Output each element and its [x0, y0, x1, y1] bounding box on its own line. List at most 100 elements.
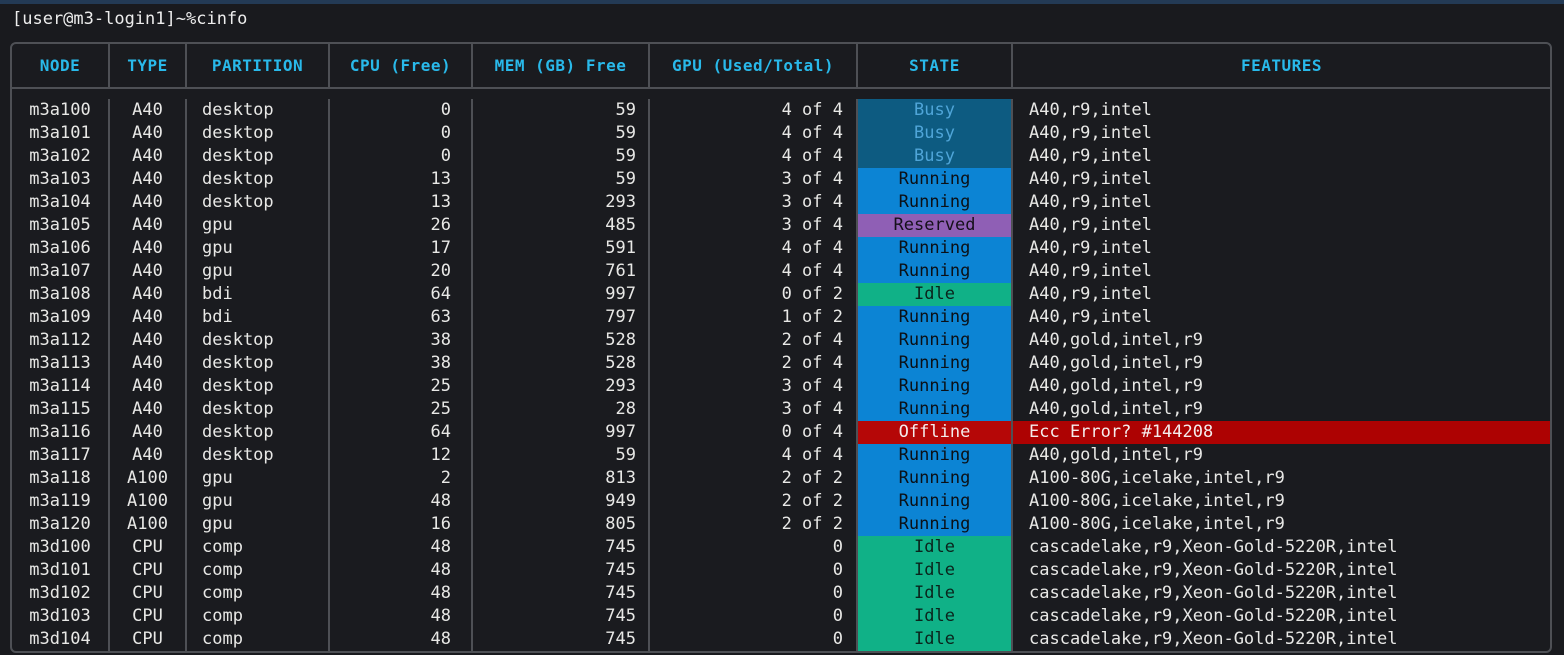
cell-node: m3a116 — [12, 421, 110, 444]
cell-cpu-free: 13 — [330, 191, 473, 214]
cell-mem-free: 28 — [473, 398, 650, 421]
cell-partition: comp — [187, 628, 330, 651]
cell-node: m3a107 — [12, 260, 110, 283]
cell-cpu-free: 48 — [330, 605, 473, 628]
cell-node: m3a103 — [12, 168, 110, 191]
cell-mem-free: 745 — [473, 536, 650, 559]
cell-mem-free: 59 — [473, 145, 650, 168]
cell-partition: gpu — [187, 214, 330, 237]
column-header: GPU (Used/Total) — [650, 44, 858, 87]
cell-node: m3a108 — [12, 283, 110, 306]
table-row: m3d102CPUcomp487450Idlecascadelake,r9,Xe… — [12, 582, 1550, 605]
table-row: m3d100CPUcomp487450Idlecascadelake,r9,Xe… — [12, 536, 1550, 559]
cell-cpu-free: 64 — [330, 421, 473, 444]
state-badge: Running — [858, 398, 1013, 421]
cell-node: m3a114 — [12, 375, 110, 398]
column-header: MEM (GB) Free — [473, 44, 650, 87]
cell-cpu-free: 26 — [330, 214, 473, 237]
cell-node: m3a115 — [12, 398, 110, 421]
state-badge: Idle — [858, 628, 1013, 651]
table-row: m3a109A40bdi637971 of 2RunningA40,r9,int… — [12, 306, 1550, 329]
cell-node: m3d102 — [12, 582, 110, 605]
cell-partition: comp — [187, 582, 330, 605]
cell-gpu-used-total: 0 — [650, 536, 858, 559]
cell-type: CPU — [110, 582, 187, 605]
cell-type: A40 — [110, 306, 187, 329]
table-row: m3a114A40desktop252933 of 4RunningA40,go… — [12, 375, 1550, 398]
cell-mem-free: 745 — [473, 628, 650, 651]
table-header-row: NODETYPEPARTITIONCPU (Free)MEM (GB) Free… — [12, 44, 1550, 89]
cell-gpu-used-total: 1 of 2 — [650, 306, 858, 329]
state-badge: Running — [858, 260, 1013, 283]
cell-node: m3a101 — [12, 122, 110, 145]
cell-type: A40 — [110, 352, 187, 375]
cell-features: A40,r9,intel — [1013, 214, 1550, 237]
table-row: m3a113A40desktop385282 of 4RunningA40,go… — [12, 352, 1550, 375]
cell-gpu-used-total: 4 of 4 — [650, 444, 858, 467]
cell-gpu-used-total: 4 of 4 — [650, 260, 858, 283]
cell-features: A40,r9,intel — [1013, 99, 1550, 122]
cell-gpu-used-total: 3 of 4 — [650, 168, 858, 191]
cell-partition: comp — [187, 559, 330, 582]
cell-cpu-free: 0 — [330, 145, 473, 168]
cell-features: A40,r9,intel — [1013, 237, 1550, 260]
cell-node: m3a118 — [12, 467, 110, 490]
terminal-prompt: [user@m3-login1]~%cinfo — [12, 9, 247, 29]
cell-features: A100-80G,icelake,intel,r9 — [1013, 467, 1550, 490]
cell-features: A40,r9,intel — [1013, 283, 1550, 306]
state-badge: Running — [858, 375, 1013, 398]
cell-mem-free: 745 — [473, 605, 650, 628]
cell-mem-free: 59 — [473, 444, 650, 467]
table-row: m3a108A40bdi649970 of 2IdleA40,r9,intel — [12, 283, 1550, 306]
cell-partition: desktop — [187, 99, 330, 122]
cell-cpu-free: 2 — [330, 467, 473, 490]
cell-type: CPU — [110, 605, 187, 628]
cell-type: A40 — [110, 260, 187, 283]
cell-node: m3a100 — [12, 99, 110, 122]
state-badge: Running — [858, 490, 1013, 513]
cell-features: A40,r9,intel — [1013, 191, 1550, 214]
cell-partition: comp — [187, 605, 330, 628]
cell-features: A40,gold,intel,r9 — [1013, 398, 1550, 421]
state-badge: Running — [858, 513, 1013, 536]
cell-mem-free: 293 — [473, 191, 650, 214]
state-badge: Running — [858, 329, 1013, 352]
cell-partition: desktop — [187, 375, 330, 398]
state-badge: Idle — [858, 283, 1013, 306]
cell-partition: gpu — [187, 260, 330, 283]
cell-features: A40,gold,intel,r9 — [1013, 329, 1550, 352]
cell-partition: comp — [187, 536, 330, 559]
cell-gpu-used-total: 2 of 2 — [650, 490, 858, 513]
cell-mem-free: 528 — [473, 329, 650, 352]
cell-node: m3d101 — [12, 559, 110, 582]
cell-gpu-used-total: 3 of 4 — [650, 214, 858, 237]
cell-partition: desktop — [187, 191, 330, 214]
cell-node: m3a117 — [12, 444, 110, 467]
cell-cpu-free: 38 — [330, 352, 473, 375]
cell-gpu-used-total: 4 of 4 — [650, 122, 858, 145]
state-badge: Running — [858, 191, 1013, 214]
cell-cpu-free: 64 — [330, 283, 473, 306]
cell-type: A40 — [110, 122, 187, 145]
table-row: m3a115A40desktop25283 of 4RunningA40,gol… — [12, 398, 1550, 421]
state-badge: Busy — [858, 122, 1013, 145]
cell-gpu-used-total: 0 of 4 — [650, 421, 858, 444]
cell-features: cascadelake,r9,Xeon-Gold-5220R,intel — [1013, 582, 1550, 605]
cell-mem-free: 745 — [473, 582, 650, 605]
cell-features: A100-80G,icelake,intel,r9 — [1013, 513, 1550, 536]
state-badge: Busy — [858, 99, 1013, 122]
table-row: m3a118A100gpu28132 of 2RunningA100-80G,i… — [12, 467, 1550, 490]
cell-features: cascadelake,r9,Xeon-Gold-5220R,intel — [1013, 559, 1550, 582]
cell-features: cascadelake,r9,Xeon-Gold-5220R,intel — [1013, 605, 1550, 628]
state-badge: Idle — [858, 582, 1013, 605]
cell-mem-free: 485 — [473, 214, 650, 237]
cell-mem-free: 997 — [473, 421, 650, 444]
cell-gpu-used-total: 3 of 4 — [650, 191, 858, 214]
cell-node: m3a109 — [12, 306, 110, 329]
cell-partition: desktop — [187, 168, 330, 191]
column-header: NODE — [12, 44, 110, 87]
cell-mem-free: 591 — [473, 237, 650, 260]
cell-node: m3d104 — [12, 628, 110, 651]
cell-mem-free: 805 — [473, 513, 650, 536]
column-header: CPU (Free) — [330, 44, 473, 87]
